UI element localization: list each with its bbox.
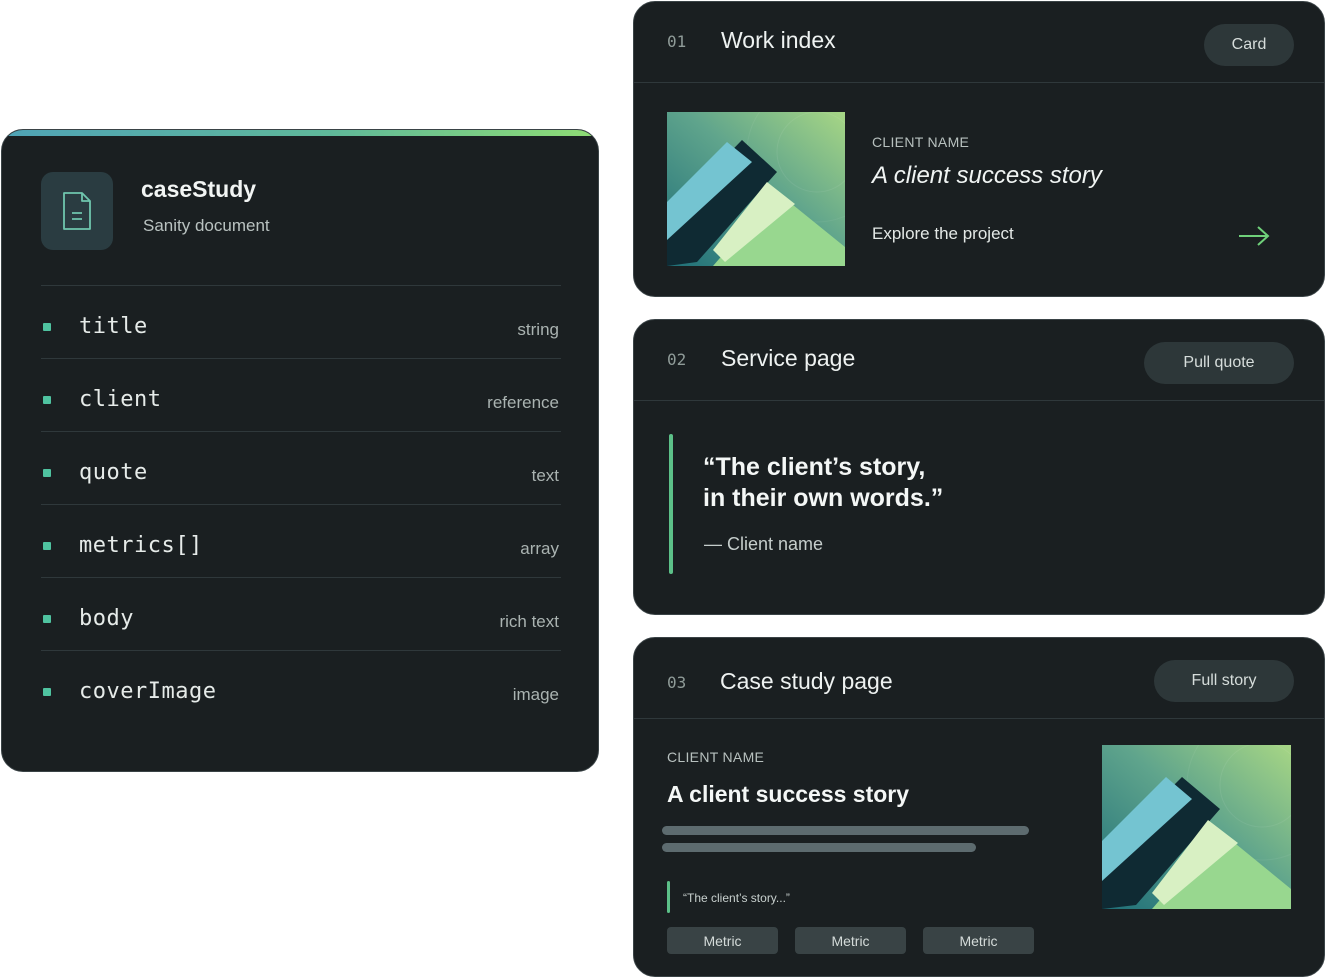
metric-pill: Metric [923,927,1034,954]
field-name: title [79,314,148,339]
field-type: array [520,539,559,558]
pull-quote-text: “The client’s story, in their own words.… [703,453,944,512]
story-title: A client success story [667,781,910,807]
panel-title: Work index [721,27,836,53]
field-type: string [517,320,559,339]
bullet-icon [43,542,51,550]
panel-header: 03 Case study page Full story [634,638,1324,719]
gradient-accent-bar [2,130,598,136]
field-row[interactable]: title string [41,285,561,358]
panel-title: Service page [721,345,856,371]
quote-attribution: — Client name [704,534,824,554]
service-page-panel: 02 Service page Pull quote “The client’s… [633,319,1325,615]
field-row[interactable]: metrics[] array [41,504,561,577]
mini-quote-text: “The client’s story...” [683,891,790,905]
client-name-label: CLIENT NAME [667,749,765,765]
metric-pill: Metric [795,927,906,954]
text-placeholder-line [662,843,976,852]
field-row[interactable]: quote text [41,431,561,504]
case-study-page-panel: 03 Case study page Full story CLIENT NAM… [633,637,1325,977]
bullet-icon [43,469,51,477]
field-row[interactable]: body rich text [41,577,561,650]
story-title: A client success story [872,162,1102,189]
schema-subtitle: Sanity document [143,216,270,235]
quote-accent-bar [669,434,673,574]
panel-number: 03 [667,673,687,692]
full-story-button[interactable]: Full story [1154,660,1294,702]
field-name: client [79,387,162,412]
bullet-icon [43,396,51,404]
explore-link[interactable]: Explore the project [872,224,1014,244]
field-name: metrics[] [79,533,203,558]
bullet-icon [43,615,51,623]
schema-card: caseStudy Sanity document title string c… [1,129,599,772]
arrow-right-icon[interactable] [1237,224,1271,253]
cover-image [667,112,845,266]
field-list: title string client reference quote text… [41,285,561,723]
schema-title: caseStudy [141,176,257,202]
cover-image [1102,745,1291,909]
panel-header: 02 Service page Pull quote [634,320,1324,401]
card-button[interactable]: Card [1204,24,1294,66]
field-type: reference [487,393,559,412]
pull-quote-button[interactable]: Pull quote [1144,342,1294,384]
text-placeholder-line [662,826,1029,835]
field-type: text [531,466,559,485]
document-icon [41,172,113,250]
panel-header: 01 Work index Card [634,2,1324,83]
work-index-panel: 01 Work index Card CLIENT NAME A client … [633,1,1325,297]
bullet-icon [43,323,51,331]
panel-title: Case study page [720,668,893,694]
panel-number: 01 [667,32,687,51]
quote-accent-bar [667,881,670,913]
client-name-label: CLIENT NAME [872,134,970,150]
field-name: quote [79,460,148,485]
metric-pill: Metric [667,927,778,954]
field-name: body [79,606,134,631]
field-row[interactable]: coverImage image [41,650,561,723]
field-type: rich text [499,612,559,631]
field-type: image [512,685,559,704]
field-row[interactable]: client reference [41,358,561,431]
bullet-icon [43,688,51,696]
field-name: coverImage [79,679,217,704]
panel-number: 02 [667,350,687,369]
